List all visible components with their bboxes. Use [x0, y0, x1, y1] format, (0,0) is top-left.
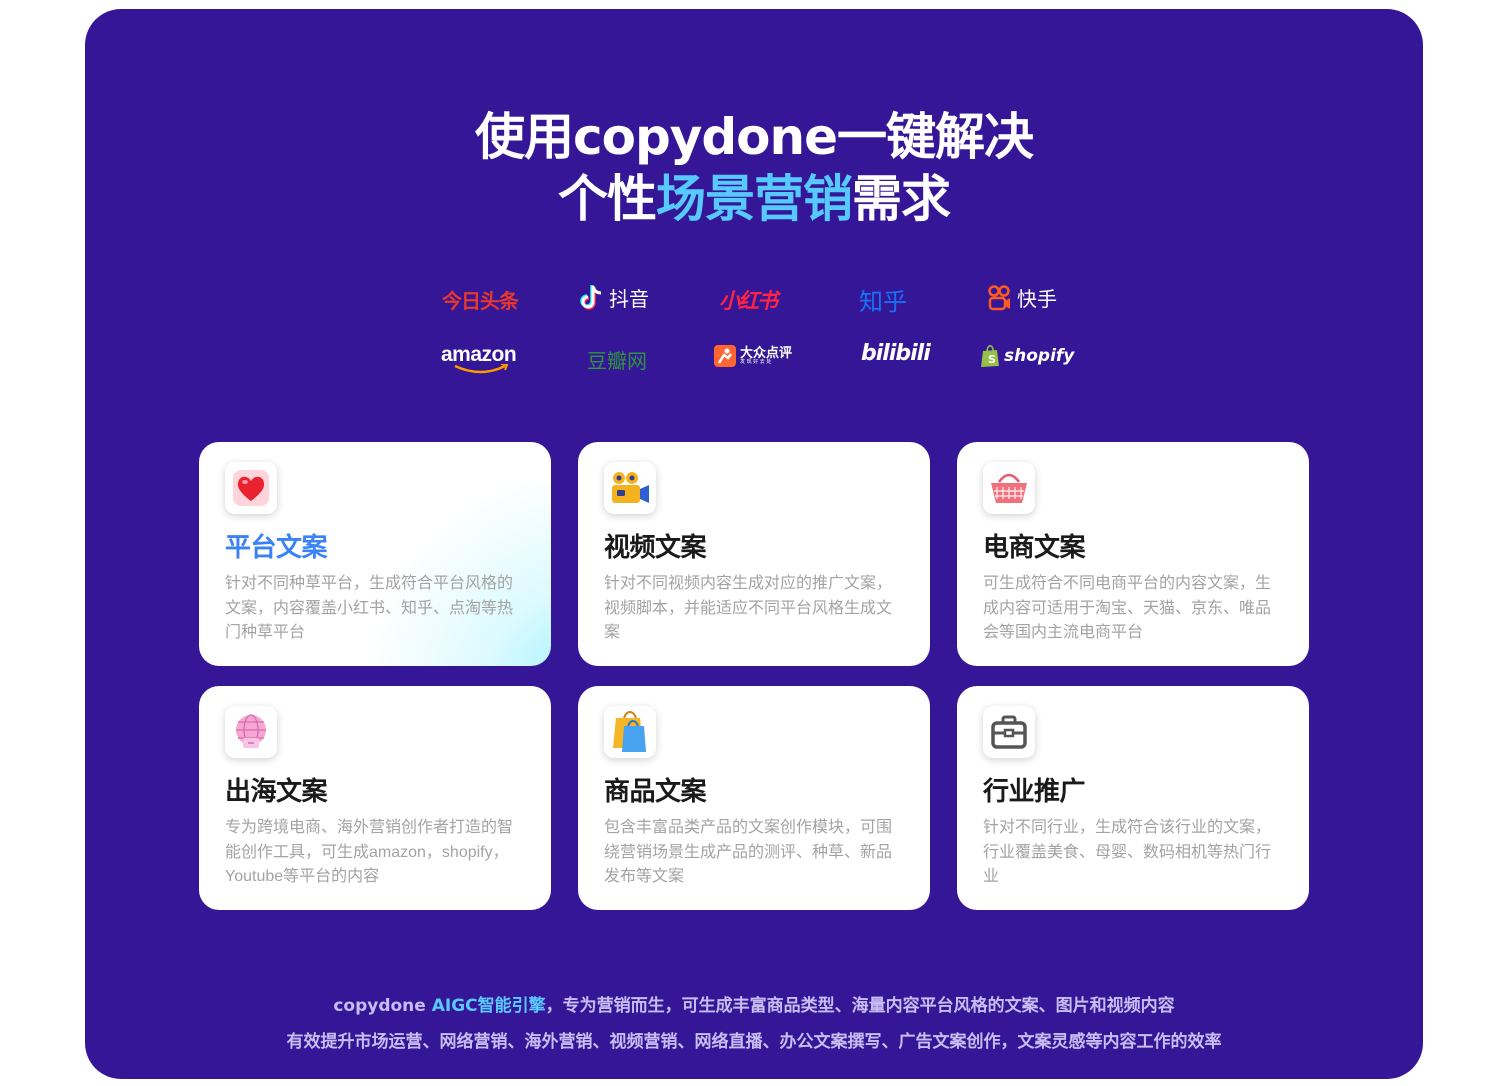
footer-brand: AIGC智能引擎 [431, 996, 546, 1016]
card-icon-box [225, 706, 277, 758]
douban-logo: 豆瓣网 [587, 349, 647, 373]
card-title: 出海文案 [225, 777, 328, 807]
footer-line-1: copydone AIGC智能引擎，专为营销而生，可生成丰富商品类型、海量内容平… [85, 991, 1423, 1016]
card-title: 平台文案 [225, 533, 328, 563]
platform-logo-xiaohongshu[interactable]: 小红书 [719, 285, 778, 315]
douyin-icon [580, 284, 602, 310]
card-icon-box [604, 706, 656, 758]
platform-logo-dianping[interactable]: 大众点评 发 现 好 去 处 [714, 345, 792, 367]
card-description: 针对不同视频内容生成对应的推广文案，视频脚本，并能适应不同平台风格生成文案 [604, 575, 893, 641]
card-description: 包含丰富品类产品的文案创作模块，可围绕营销场景生成产品的测评、种草、新品发布等文… [604, 819, 893, 885]
headline-text-1: 使用copydone一键解决 [474, 108, 1034, 166]
dianping-sub-label: 发 现 好 去 处 [740, 359, 772, 365]
globe-icon [236, 714, 266, 748]
toutiao-logo: 今日头条 [442, 289, 519, 313]
headline-line-2: 个性场景营销需求 [85, 169, 1423, 229]
footer-text-1-post: ，专为营销而生，可生成丰富商品类型、海量内容平台风格的文案、图片和视频内容 [545, 996, 1175, 1016]
xiaohongshu-logo: 小红书 [719, 289, 778, 313]
platform-logo-douban[interactable]: 豆瓣网 [587, 345, 647, 374]
feature-card-ecommerce[interactable]: 电商文案 可生成符合不同电商平台的内容文案，生成内容可适用于淘宝、天猫、京东、唯… [957, 442, 1309, 666]
card-description: 针对不同种草平台，生成符合平台风格的文案，内容覆盖小红书、知乎、点淘等热门种草平… [225, 575, 514, 641]
hero-panel: 使用copydone一键解决 个性场景营销需求 今日头条 抖音 小红书 知乎 快… [85, 9, 1423, 1079]
headline-text-2-pre: 个性 [558, 170, 657, 228]
platform-logo-bilibili[interactable]: bilibili [861, 341, 931, 366]
card-icon-box [604, 462, 656, 514]
card-title: 电商文案 [983, 533, 1086, 563]
platform-logo-shopify[interactable]: S shopify [980, 344, 1074, 368]
card-description: 针对不同行业，生成符合该行业的文案，行业覆盖美食、母婴、数码相机等热门行业 [983, 819, 1272, 885]
svg-text:S: S [988, 353, 996, 366]
card-icon-box [983, 706, 1035, 758]
heart-icon [233, 470, 269, 506]
headline-text-2-post: 需求 [852, 170, 951, 228]
card-icon-box [983, 462, 1035, 514]
video-camera-icon [612, 472, 649, 503]
shopping-bag-icon [613, 710, 646, 752]
shopify-bag-icon: S [981, 345, 999, 367]
feature-card-overseas[interactable]: 出海文案 专为跨境电商、海外营销创作者打造的智能创作工具，可生成amazon，s… [199, 686, 551, 910]
card-title: 视频文案 [604, 533, 707, 563]
kuaishou-icon [988, 284, 1010, 310]
platform-logo-zhihu[interactable]: 知乎 [859, 282, 907, 317]
amazon-smile-icon [454, 364, 509, 374]
card-description: 可生成符合不同电商平台的内容文案，生成内容可适用于淘宝、天猫、京东、唯品会等国内… [983, 575, 1272, 641]
zhihu-logo: 知乎 [859, 288, 907, 316]
platform-logo-toutiao[interactable]: 今日头条 [442, 285, 519, 314]
platform-logo-kuaishou[interactable]: 快手 [987, 283, 1057, 312]
card-title: 行业推广 [983, 777, 1086, 807]
card-icon-box [225, 462, 277, 514]
card-title: 商品文案 [604, 777, 707, 807]
bilibili-logo: bilibili [861, 341, 931, 366]
headline-highlight: 场景营销 [656, 170, 853, 228]
feature-card-industry[interactable]: 行业推广 针对不同行业，生成符合该行业的文案，行业覆盖美食、母婴、数码相机等热门… [957, 686, 1309, 910]
shopping-basket-icon [991, 473, 1027, 503]
platform-logo-amazon[interactable]: amazon [441, 343, 521, 374]
briefcase-icon [991, 715, 1027, 749]
feature-card-product[interactable]: 商品文案 包含丰富品类产品的文案创作模块，可围绕营销场景生成产品的测评、种草、新… [578, 686, 930, 910]
kuaishou-label: 快手 [1017, 287, 1057, 311]
dianping-icon [714, 345, 736, 367]
headline-line-1: 使用copydone一键解决 [85, 107, 1423, 167]
feature-card-video[interactable]: 视频文案 针对不同视频内容生成对应的推广文案，视频脚本，并能适应不同平台风格生成… [578, 442, 930, 666]
platform-logo-douyin[interactable]: 抖音 [579, 283, 649, 312]
footer-line-2: 有效提升市场运营、网络营销、海外营销、视频营销、网络直播、办公文案撰写、广告文案… [85, 1027, 1423, 1052]
shopify-label: shopify [1004, 346, 1075, 366]
card-description: 专为跨境电商、海外营销创作者打造的智能创作工具，可生成amazon，shopif… [225, 819, 514, 885]
douyin-label: 抖音 [609, 287, 649, 311]
footer-text-1-pre: copydone [333, 996, 432, 1016]
feature-card-platform[interactable]: 平台文案 针对不同种草平台，生成符合平台风格的文案，内容覆盖小红书、知乎、点淘等… [199, 442, 551, 666]
footer-text-2: 有效提升市场运营、网络营销、海外营销、视频营销、网络直播、办公文案撰写、广告文案… [286, 1032, 1222, 1052]
